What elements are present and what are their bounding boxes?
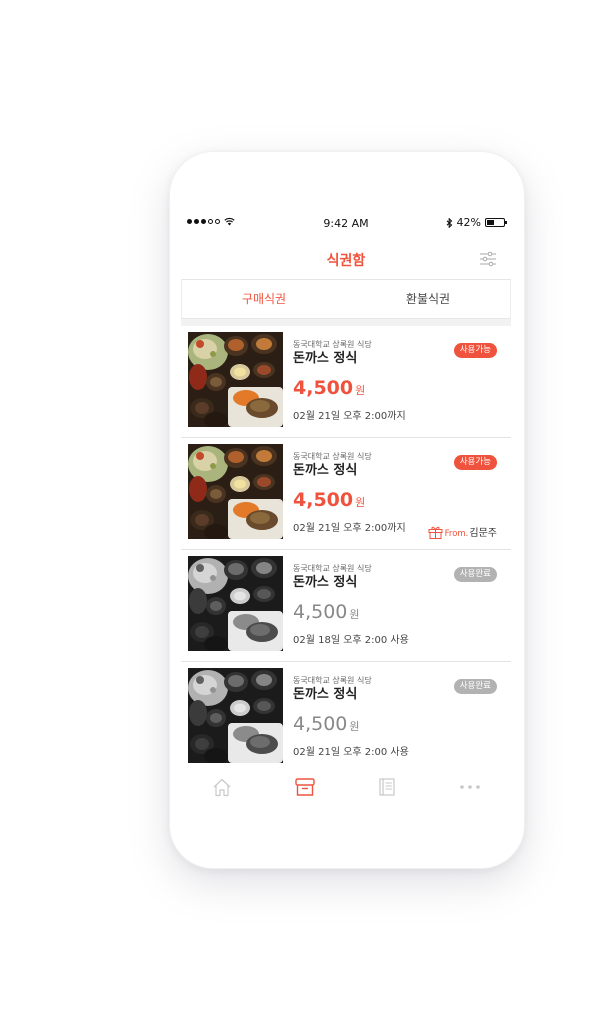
- nav-bar: 식권함: [181, 241, 511, 279]
- gift-from-label: From.: [444, 529, 469, 539]
- status-badge: 사용가능: [453, 343, 497, 358]
- food-photo: [188, 556, 283, 651]
- food-illustration: [188, 668, 283, 763]
- price-value: 4,500: [293, 601, 348, 623]
- gift-sender-name: 김문주: [469, 528, 497, 539]
- food-illustration: [188, 332, 283, 427]
- tab-refunded[interactable]: 환불식권: [346, 280, 510, 318]
- food-photo: [188, 668, 283, 763]
- battery-percent: 42%: [456, 216, 481, 229]
- tab-purchased[interactable]: 구매식권: [182, 280, 346, 318]
- more-icon: [459, 785, 480, 789]
- status-badge: 사용완료: [453, 679, 497, 694]
- ticket-date: 02월 18일 오후 2:00 사용: [293, 635, 409, 646]
- ticket-price: 4,500 원: [293, 488, 507, 515]
- tab-notes[interactable]: [346, 777, 429, 797]
- ticket-price: 4,500 원: [293, 600, 507, 627]
- price-value: 4,500: [293, 489, 354, 511]
- status-badge: 사용완료: [453, 567, 497, 582]
- gift-icon: [428, 526, 443, 539]
- page-title: 식권함: [326, 253, 366, 269]
- ticket-card[interactable]: 동국대학교 상록원 식당 돈까스 정식 4,500 원 02월 21일 오후 2:…: [181, 662, 511, 774]
- tab-home[interactable]: [181, 778, 264, 797]
- food-illustration: [188, 556, 283, 651]
- list-divider: [181, 319, 511, 326]
- ticket-price: 4,500 원: [293, 712, 507, 739]
- ticket-card[interactable]: 동국대학교 상록원 식당 돈까스 정식 4,500 원 02월 21일 오후 2:…: [181, 438, 511, 550]
- ticket-date: 02월 21일 오후 2:00까지: [293, 411, 406, 422]
- ticket-date: 02월 21일 오후 2:00 사용: [293, 747, 409, 758]
- ticket-list: 동국대학교 상록원 식당 돈까스 정식 4,500 원 02월 21일 오후 2:…: [181, 326, 511, 774]
- tab-ticket-box[interactable]: [264, 777, 347, 797]
- price-unit: 원: [349, 720, 360, 733]
- price-unit: 원: [355, 384, 366, 397]
- price-value: 4,500: [293, 377, 354, 399]
- ticket-card[interactable]: 동국대학교 상록원 식당 돈까스 정식 4,500 원 02월 18일 오후 2:…: [181, 550, 511, 662]
- ticket-box-icon: [295, 778, 315, 796]
- ticket-price: 4,500 원: [293, 376, 507, 403]
- status-bar: 9:42 AM 42%: [181, 215, 511, 235]
- food-photo: [188, 332, 283, 427]
- battery-indicator: 42%: [446, 216, 507, 229]
- food-photo: [188, 444, 283, 539]
- ticket-tabs: 구매식권 환불식권: [181, 279, 511, 319]
- price-value: 4,500: [293, 713, 348, 735]
- ticket-card[interactable]: 동국대학교 상록원 식당 돈까스 정식 4,500 원 02월 21일 오후 2:…: [181, 326, 511, 438]
- price-unit: 원: [355, 496, 366, 509]
- notes-icon: [379, 778, 395, 796]
- price-unit: 원: [349, 608, 360, 621]
- gift-sender: From. 김문주: [428, 524, 497, 539]
- tab-more[interactable]: [429, 784, 512, 790]
- food-illustration: [188, 444, 283, 539]
- battery-icon: [485, 218, 507, 227]
- status-badge: 사용가능: [453, 455, 497, 470]
- filter-icon[interactable]: [479, 251, 497, 267]
- app-screen: 9:42 AM 42% 식권함 구매식권 환불식권 동국대학교 상록원 식당 돈…: [181, 205, 511, 805]
- bottom-tab-bar: [181, 769, 511, 805]
- home-icon: [213, 778, 231, 796]
- bluetooth-icon: [446, 217, 452, 228]
